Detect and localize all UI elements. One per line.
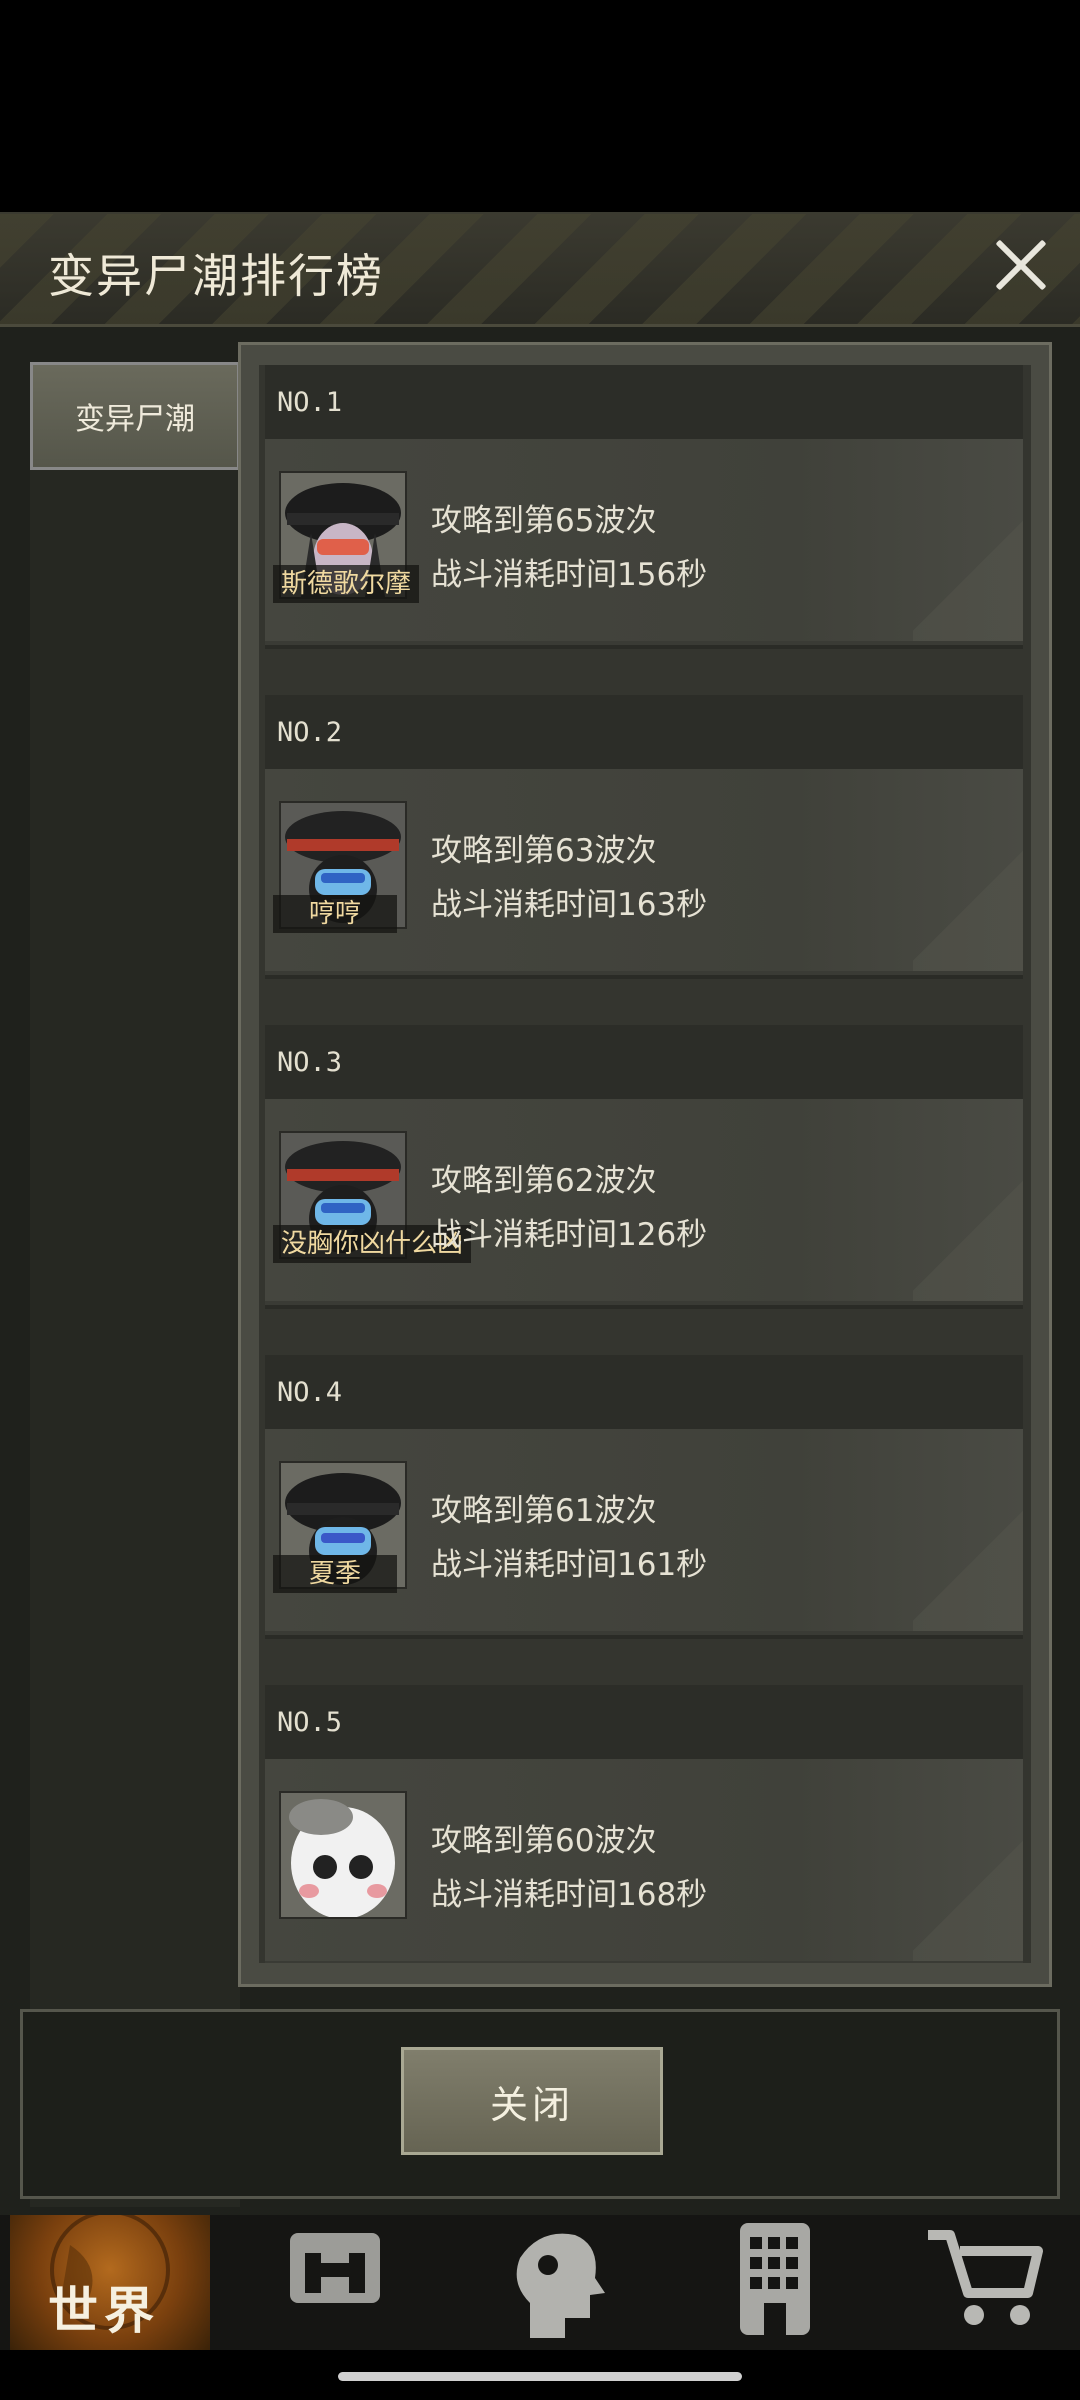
battle-time: 战斗消耗时间126秒: [431, 1217, 708, 1253]
tab-mutant-horde[interactable]: 变异尸潮: [30, 362, 240, 470]
nav-world[interactable]: 世界: [10, 2215, 210, 2350]
ranking-card[interactable]: NO.5 攻略到第60波次 战斗消耗时间168秒: [265, 1685, 1023, 1963]
wave-reached: 攻略到第63波次: [431, 833, 657, 869]
rank-label: NO.2: [277, 716, 343, 748]
battle-time: 战斗消耗时间161秒: [431, 1547, 708, 1583]
player-name: 哼哼: [273, 895, 398, 933]
side-tab-panel: [30, 362, 240, 2207]
wave-reached: 攻略到第60波次: [431, 1823, 657, 1859]
ranking-card[interactable]: NO.3 没胸你凶什么凶 攻略到第62波次 战斗消耗时间126秒: [265, 1025, 1023, 1309]
nav-world-label: 世界: [48, 2282, 160, 2340]
radiation-decoration-icon: [913, 511, 1023, 641]
head-gear-icon: [516, 2233, 605, 2338]
rank-header: NO.4: [265, 1355, 1023, 1429]
rank-label: NO.1: [277, 386, 343, 418]
ranking-card[interactable]: NO.2 哼哼 攻略到第63波次 战斗消耗时间163秒: [265, 695, 1023, 979]
rank-label: NO.3: [277, 1046, 343, 1078]
radiation-decoration-icon: [913, 1501, 1023, 1631]
wave-reached: 攻略到第62波次: [431, 1163, 657, 1199]
battle-time: 战斗消耗时间156秒: [431, 557, 708, 593]
player-name: 夏季: [273, 1555, 398, 1593]
close-icon[interactable]: [992, 236, 1050, 294]
nav-buildings[interactable]: [690, 2215, 890, 2350]
rank-header: NO.5: [265, 1685, 1023, 1759]
ranking-list[interactable]: NO.1 斯德歌尔摩 攻略到第65波次 战斗消耗时间156秒 NO.2 哼哼 攻…: [259, 365, 1031, 1963]
rank-header: NO.2: [265, 695, 1023, 769]
rank-label: NO.4: [277, 1376, 343, 1408]
status-bar-area: [0, 0, 1080, 212]
nav-shop[interactable]: [910, 2215, 1080, 2350]
battle-time: 战斗消耗时间163秒: [431, 887, 708, 923]
player-avatar[interactable]: [279, 1791, 407, 1919]
backpack-icon: [290, 2233, 380, 2303]
radiation-decoration-icon: [913, 1171, 1023, 1301]
home-indicator[interactable]: [338, 2372, 742, 2381]
nav-character[interactable]: [470, 2215, 670, 2350]
leaderboard-modal: 变异尸潮排行榜 变异尸潮 NO.1 斯德歌尔摩 攻略到第65波次 战斗消耗时间1…: [0, 212, 1080, 2217]
modal-footer: 关闭: [20, 2009, 1060, 2199]
close-button[interactable]: 关闭: [401, 2047, 663, 2155]
modal-header: 变异尸潮排行榜: [0, 214, 1080, 327]
modal-title: 变异尸潮排行榜: [48, 249, 384, 303]
bottom-nav: 世界: [0, 2215, 1080, 2350]
battle-time: 战斗消耗时间168秒: [431, 1877, 708, 1913]
radiation-decoration-icon: [913, 1831, 1023, 1961]
nav-backpack[interactable]: [250, 2215, 450, 2350]
rank-body: 斯德歌尔摩 攻略到第65波次 战斗消耗时间156秒: [265, 439, 1023, 641]
cart-icon: [928, 2230, 1043, 2325]
player-name: 斯德歌尔摩: [273, 565, 420, 603]
rank-body: 没胸你凶什么凶 攻略到第62波次 战斗消耗时间126秒: [265, 1099, 1023, 1301]
wave-reached: 攻略到第65波次: [431, 503, 657, 539]
ranking-list-frame: NO.1 斯德歌尔摩 攻略到第65波次 战斗消耗时间156秒 NO.2 哼哼 攻…: [238, 342, 1052, 1987]
ranking-card[interactable]: NO.1 斯德歌尔摩 攻略到第65波次 战斗消耗时间156秒: [265, 365, 1023, 649]
rank-body: 哼哼 攻略到第63波次 战斗消耗时间163秒: [265, 769, 1023, 971]
rank-header: NO.1: [265, 365, 1023, 439]
wave-reached: 攻略到第61波次: [431, 1493, 657, 1529]
radiation-decoration-icon: [913, 841, 1023, 971]
rank-body: 夏季 攻略到第61波次 战斗消耗时间161秒: [265, 1429, 1023, 1631]
building-icon: [740, 2223, 810, 2335]
rank-header: NO.3: [265, 1025, 1023, 1099]
ranking-card[interactable]: NO.4 夏季 攻略到第61波次 战斗消耗时间161秒: [265, 1355, 1023, 1639]
rank-label: NO.5: [277, 1706, 343, 1738]
rank-body: 攻略到第60波次 战斗消耗时间168秒: [265, 1759, 1023, 1961]
